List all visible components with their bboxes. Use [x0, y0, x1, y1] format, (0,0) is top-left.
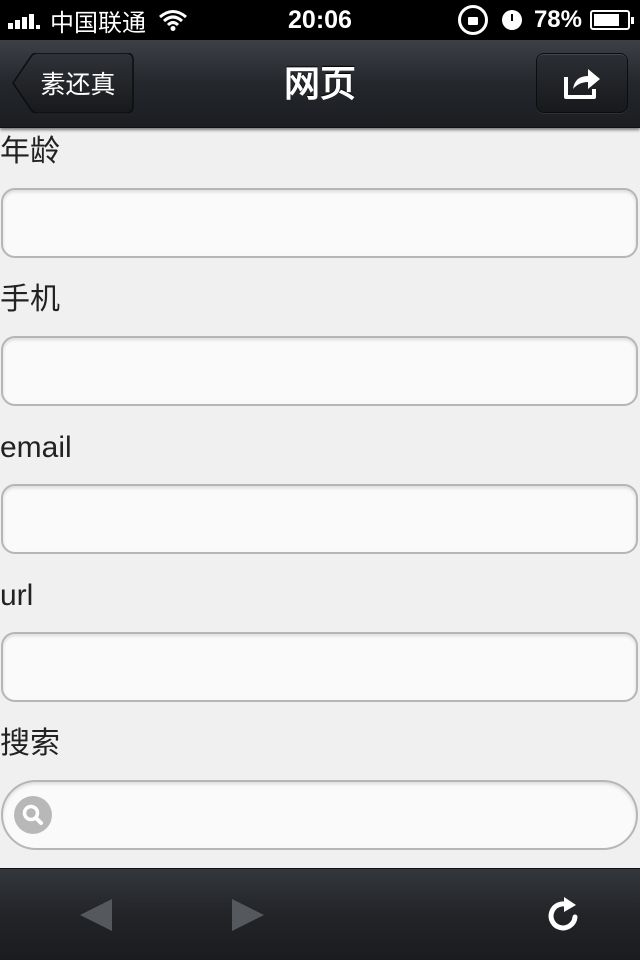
search-icon: [14, 796, 52, 834]
page-title: 网页: [283, 63, 356, 104]
status-bar: 中国联通 20:06 78%: [0, 0, 640, 40]
browser-forward-button[interactable]: [226, 893, 270, 937]
search-input[interactable]: [1, 780, 638, 850]
navigation-bar: 素还真 网页: [0, 40, 640, 128]
email-label: email: [0, 431, 72, 464]
reload-button[interactable]: [542, 893, 586, 937]
bottom-toolbar: [0, 868, 640, 960]
status-bar-right: 78%: [457, 0, 634, 40]
url-label: url: [0, 579, 34, 612]
form-content: 年龄 手机 email url 搜索: [0, 128, 640, 868]
share-icon: [564, 69, 600, 99]
age-input[interactable]: [1, 188, 638, 258]
age-label: 年龄: [0, 135, 60, 168]
url-input[interactable]: [1, 632, 638, 702]
arrow-left-icon: [80, 899, 112, 931]
battery-icon: [590, 10, 634, 30]
phone-input[interactable]: [1, 336, 638, 406]
browser-back-button[interactable]: [74, 893, 118, 937]
arrow-right-icon: [232, 899, 264, 931]
alarm-icon: [501, 10, 522, 30]
battery-percent: 78%: [533, 6, 582, 33]
phone-label: 手机: [0, 283, 60, 316]
back-button-label: 素还真: [40, 71, 116, 99]
battery-fill: [594, 14, 619, 26]
reload-icon: [548, 897, 578, 931]
back-button[interactable]: 素还真: [12, 53, 134, 113]
email-input[interactable]: [1, 484, 638, 554]
search-label: 搜索: [0, 727, 60, 760]
rotation-lock-icon: [457, 5, 488, 35]
share-button[interactable]: [536, 53, 628, 113]
